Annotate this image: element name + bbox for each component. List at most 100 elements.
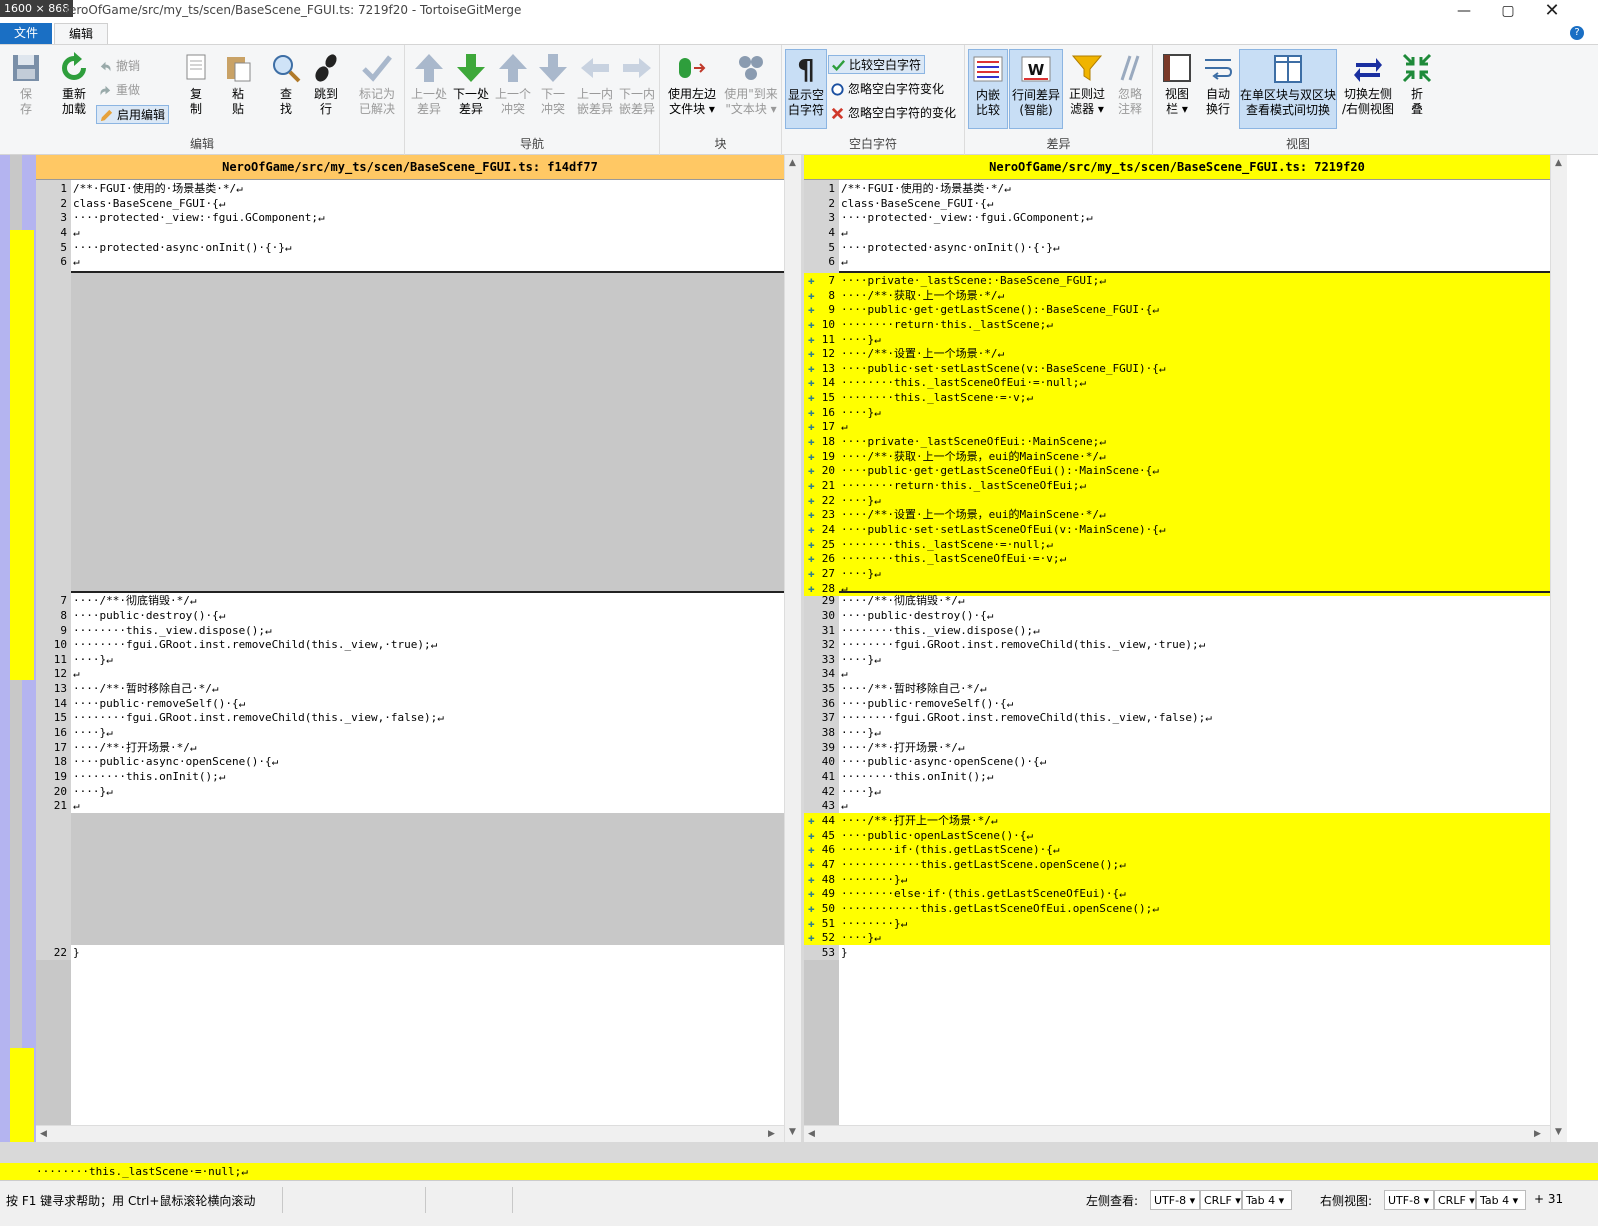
code-line[interactable]: 13 ····/**·暂时移除自己·*/↵ — [36, 681, 784, 696]
pane-splitter[interactable] — [801, 155, 804, 1142]
added-code-line[interactable]: ✚ 44 ····/**·打开上一个场景·*/↵ — [804, 812, 1550, 828]
viewbar-button[interactable]: 视图 栏 ▾ — [1156, 49, 1198, 129]
code-line[interactable]: 14 ····public·removeSelf()·{↵ — [36, 696, 784, 711]
left-code-area[interactable]: 1 /**·FGUI·使用的·场景基类·*/↵ 2 class·BaseScene_F… — [36, 180, 784, 1142]
paste-button[interactable]: 粘 贴 — [216, 49, 260, 129]
code-line[interactable]: 2 class·BaseScene_FGUI·{↵ — [804, 196, 1550, 211]
code-line[interactable]: 4 ↵ — [36, 225, 784, 240]
scroll-up-icon[interactable]: ▲ — [789, 158, 796, 168]
left-pane[interactable]: NeroOfGame/src/my_ts/scen/BaseScene_FGUI… — [36, 155, 801, 1142]
right-pane[interactable]: NeroOfGame/src/my_ts/scen/BaseScene_FGUI… — [804, 155, 1598, 1142]
added-code-line[interactable]: ✚ 46 ········if·(this.getLastScene)·{↵ — [804, 842, 1550, 858]
code-line[interactable]: 9 ········this._view.dispose();↵ — [36, 623, 784, 638]
added-code-line[interactable]: ✚ 9 ····public·get·getLastScene():·BaseSce… — [804, 302, 1550, 318]
code-line[interactable]: 33 ····}↵ — [804, 652, 1550, 667]
code-line[interactable]: 34 ↵ — [804, 666, 1550, 681]
ignore-comments-button[interactable]: 忽略 注释 — [1109, 49, 1151, 129]
left-tab-select[interactable]: Tab 4 ▾ — [1242, 1190, 1292, 1210]
code-line[interactable]: 40 ····public·async·openScene()·{↵ — [804, 754, 1550, 769]
added-code-line[interactable]: ✚ 47 ············this.getLastScene.openSce… — [804, 856, 1550, 872]
overview-gutter[interactable] — [0, 155, 36, 1142]
added-code-line[interactable]: ✚ 48 ········}↵ — [804, 871, 1550, 887]
code-line[interactable]: 11 ····}↵ — [36, 652, 784, 667]
help-icon[interactable]: ? — [1570, 26, 1584, 40]
code-line[interactable]: 7 ····/**·彻底销毁·*/↵ — [36, 593, 784, 608]
code-line[interactable]: 30 ····public·destroy()·{↵ — [804, 608, 1550, 623]
next-diff-button[interactable]: 下一处 差异 — [449, 49, 493, 129]
find-button[interactable]: 查 找 — [264, 49, 308, 129]
left-eol-select[interactable]: CRLF ▾ — [1200, 1190, 1242, 1210]
added-code-line[interactable]: ✚ 13 ····public·set·setLastScene(v:·BaseSc… — [804, 360, 1550, 376]
collapse-button[interactable]: 折 叠 — [1397, 49, 1437, 129]
swap-views-button[interactable]: 切换左侧 /右侧视图 — [1339, 49, 1397, 129]
added-code-line[interactable]: ✚ 51 ········}↵ — [804, 915, 1550, 931]
code-line[interactable]: 21 ↵ — [36, 798, 784, 813]
show-whitespace-button[interactable]: ¶ 显示空 白字符 — [785, 49, 827, 129]
added-code-line[interactable]: ✚ 15 ········this._lastScene·=·v;↵ — [804, 390, 1550, 406]
line-diff-button[interactable]: W 行间差异 (智能) — [1009, 49, 1063, 129]
added-code-line[interactable]: ✚ 11 ····}↵ — [804, 331, 1550, 347]
added-code-line[interactable]: ✚ 49 ········else·if·(this.getLastSceneOfE… — [804, 886, 1550, 902]
code-line[interactable]: 36 ····public·removeSelf()·{↵ — [804, 696, 1550, 711]
code-line[interactable]: 5 ····protected·async·onInit()·{·}↵ — [804, 240, 1550, 255]
added-code-line[interactable]: ✚ 20 ····public·get·getLastSceneOfEui():·M… — [804, 463, 1550, 479]
use-left-block-button[interactable]: 使用左边 文件块 ▾ — [664, 49, 720, 129]
scroll-left-icon[interactable]: ◀ — [808, 1129, 815, 1139]
ignore-ws-change-option[interactable]: 忽略空白字符变化 — [828, 80, 944, 99]
inline-diff-button[interactable]: 内嵌 比较 — [968, 49, 1008, 129]
added-code-line[interactable]: ✚ 23 ····/**·设置·上一个场景，eui的MainScene·*/↵ — [804, 507, 1550, 523]
added-code-line[interactable]: ✚ 14 ········this._lastSceneOfEui·=·null;↵ — [804, 375, 1550, 391]
code-line[interactable]: 8 ····public·destroy()·{↵ — [36, 608, 784, 623]
code-line[interactable]: 22} — [36, 945, 784, 960]
code-line[interactable]: 29 ····/**·彻底销毁·*/↵ — [804, 593, 1550, 608]
save-button[interactable]: 保 存 — [4, 49, 48, 129]
right-vertical-scrollbar[interactable]: ▲ ▼ — [1550, 155, 1567, 1142]
added-code-line[interactable]: ✚ 7 ····private·_lastScene:·BaseScene_FGUI… — [804, 272, 1550, 288]
code-line[interactable]: 2 class·BaseScene_FGUI·{↵ — [36, 196, 784, 211]
scroll-right-icon[interactable]: ▶ — [768, 1129, 775, 1139]
added-code-line[interactable]: ✚ 8 ····/**·获取·上一个场景·*/↵ — [804, 287, 1550, 303]
added-code-line[interactable]: ✚ 52 ····}↵ — [804, 930, 1550, 946]
code-line[interactable]: 43 ↵ — [804, 798, 1550, 813]
right-code-area[interactable]: 1 /**·FGUI·使用的·场景基类·*/↵ 2 class·BaseScene_F… — [804, 180, 1550, 1142]
added-code-line[interactable]: ✚ 16 ····}↵ — [804, 404, 1550, 420]
code-line[interactable]: 37 ········fgui.GRoot.inst.removeChild(th… — [804, 710, 1550, 725]
redo-button[interactable]: 重做 — [96, 81, 140, 100]
mark-resolved-button[interactable]: 标记为 已解决 — [352, 49, 402, 129]
code-line[interactable]: 16 ····}↵ — [36, 725, 784, 740]
code-line[interactable]: 3 ····protected·_view:·fgui.GComponent;↵ — [36, 210, 784, 225]
code-line[interactable]: 3 ····protected·_view:·fgui.GComponent;↵ — [804, 210, 1550, 225]
added-code-line[interactable]: ✚ 26 ········this._lastSceneOfEui·=·v;↵ — [804, 551, 1550, 567]
added-code-line[interactable]: ✚ 45 ····public·openLastScene()·{↵ — [804, 827, 1550, 843]
copy-button[interactable]: 复 制 — [174, 49, 218, 129]
next-inline-diff-button[interactable]: 下一内 嵌差异 — [615, 49, 659, 129]
tab-edit[interactable]: 编辑 — [54, 23, 109, 44]
code-line[interactable]: 1 /**·FGUI·使用的·场景基类·*/↵ — [36, 181, 784, 196]
scroll-up-icon[interactable]: ▲ — [1555, 158, 1562, 168]
ignore-all-ws-option[interactable]: 忽略空白字符的变化 — [828, 104, 956, 123]
code-line[interactable]: 38 ····}↵ — [804, 725, 1550, 740]
undo-button[interactable]: 撤销 — [96, 57, 140, 76]
regex-filter-button[interactable]: 正则过 滤器 ▾ — [1065, 49, 1109, 129]
use-text-block-button[interactable]: 使用"到来 "文本块 ▾ — [722, 49, 780, 129]
goto-line-button[interactable]: 跳到 行 — [304, 49, 348, 129]
prev-conflict-button[interactable]: 上一个 冲突 — [491, 49, 535, 129]
code-line[interactable]: 6 ↵ — [804, 254, 1550, 269]
code-line[interactable]: 32 ········fgui.GRoot.inst.removeChild(th… — [804, 637, 1550, 652]
code-line[interactable]: 53} — [804, 945, 1550, 960]
maximize-button[interactable]: ▢ — [1486, 0, 1530, 22]
compare-whitespace-option[interactable]: 比较空白字符 — [828, 55, 926, 74]
reload-button[interactable]: 重新 加载 — [52, 49, 96, 129]
left-encoding-select[interactable]: UTF-8 ▾ — [1150, 1190, 1200, 1210]
right-horizontal-scrollbar[interactable]: ◀ ▶ — [804, 1125, 1550, 1142]
code-line[interactable]: 6 ↵ — [36, 254, 784, 269]
prev-inline-diff-button[interactable]: 上一内 嵌差异 — [573, 49, 617, 129]
enable-edit-button[interactable]: 启用编辑 — [96, 105, 170, 124]
scroll-down-icon[interactable]: ▼ — [1555, 1127, 1562, 1137]
code-line[interactable]: 20 ····}↵ — [36, 784, 784, 799]
left-horizontal-scrollbar[interactable]: ◀ ▶ — [36, 1125, 784, 1142]
scroll-down-icon[interactable]: ▼ — [789, 1127, 796, 1137]
added-code-line[interactable]: ✚ 21 ········return·this._lastSceneOfEui;↵ — [804, 478, 1550, 493]
minimize-button[interactable]: — — [1442, 0, 1486, 22]
code-line[interactable]: 4 ↵ — [804, 225, 1550, 240]
